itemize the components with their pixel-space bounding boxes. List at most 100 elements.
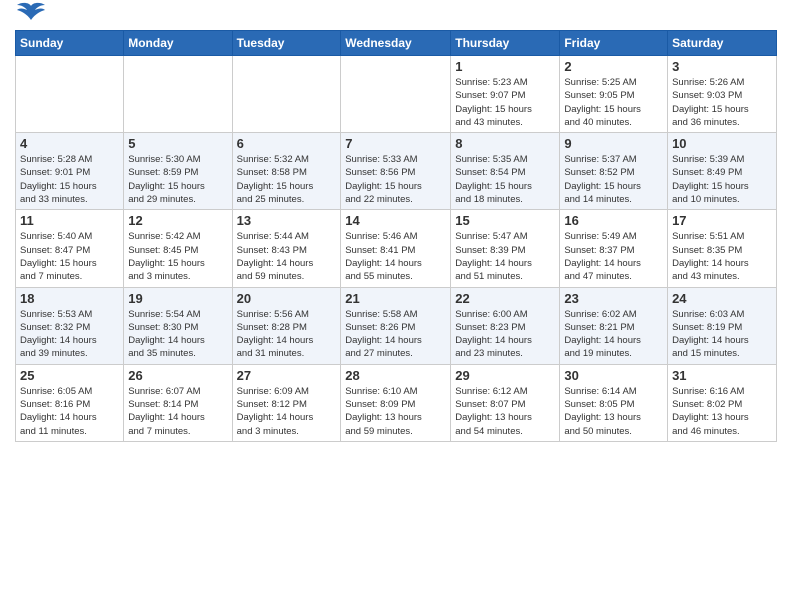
day-info: Sunrise: 5:42 AM Sunset: 8:45 PM Dayligh… (128, 230, 227, 283)
day-info: Sunrise: 6:07 AM Sunset: 8:14 PM Dayligh… (128, 385, 227, 438)
day-number: 29 (455, 368, 555, 383)
calendar-cell: 10Sunrise: 5:39 AM Sunset: 8:49 PM Dayli… (668, 133, 777, 210)
day-number: 22 (455, 291, 555, 306)
day-info: Sunrise: 5:32 AM Sunset: 8:58 PM Dayligh… (237, 153, 337, 206)
logo (15, 10, 45, 24)
calendar-cell: 3 Sunrise: 5:26 AM Sunset: 9:03 PM Daylig… (668, 56, 777, 133)
day-number: 9 (564, 136, 663, 151)
calendar-cell: 16Sunrise: 5:49 AM Sunset: 8:37 PM Dayli… (560, 210, 668, 287)
day-number: 8 (455, 136, 555, 151)
main-container: SundayMondayTuesdayWednesdayThursdayFrid… (0, 0, 792, 452)
day-info: Sunrise: 5:47 AM Sunset: 8:39 PM Dayligh… (455, 230, 555, 283)
day-info: Sunrise: 5:23 AM Sunset: 9:07 PM Dayligh… (455, 76, 555, 129)
day-number: 23 (564, 291, 663, 306)
day-number: 11 (20, 213, 119, 228)
day-number: 30 (564, 368, 663, 383)
weekday-header-row: SundayMondayTuesdayWednesdayThursdayFrid… (16, 31, 777, 56)
day-number: 15 (455, 213, 555, 228)
day-number: 12 (128, 213, 227, 228)
day-number: 7 (345, 136, 446, 151)
calendar-cell: 7 Sunrise: 5:33 AM Sunset: 8:56 PM Daylig… (341, 133, 451, 210)
calendar-cell: 8 Sunrise: 5:35 AM Sunset: 8:54 PM Daylig… (451, 133, 560, 210)
day-info: Sunrise: 6:09 AM Sunset: 8:12 PM Dayligh… (237, 385, 337, 438)
calendar-cell: 18 Sunrise: 5:53 AM Sunset: 8:32 PM Dayli… (16, 287, 124, 364)
day-number: 5 (128, 136, 227, 151)
day-info: Sunrise: 6:03 AM Sunset: 8:19 PM Dayligh… (672, 308, 772, 361)
day-info: Sunrise: 5:49 AM Sunset: 8:37 PM Dayligh… (564, 230, 663, 283)
day-number: 20 (237, 291, 337, 306)
weekday-header-sunday: Sunday (16, 31, 124, 56)
week-row-4: 18 Sunrise: 5:53 AM Sunset: 8:32 PM Dayli… (16, 287, 777, 364)
day-info: Sunrise: 5:35 AM Sunset: 8:54 PM Dayligh… (455, 153, 555, 206)
header (15, 10, 777, 24)
day-info: Sunrise: 5:56 AM Sunset: 8:28 PM Dayligh… (237, 308, 337, 361)
calendar-cell: 13 Sunrise: 5:44 AM Sunset: 8:43 PM Dayli… (232, 210, 341, 287)
calendar-cell: 20 Sunrise: 5:56 AM Sunset: 8:28 PM Dayli… (232, 287, 341, 364)
calendar-cell: 19Sunrise: 5:54 AM Sunset: 8:30 PM Dayli… (124, 287, 232, 364)
day-number: 24 (672, 291, 772, 306)
calendar-cell (16, 56, 124, 133)
day-number: 4 (20, 136, 119, 151)
day-number: 21 (345, 291, 446, 306)
day-number: 6 (237, 136, 337, 151)
day-number: 17 (672, 213, 772, 228)
day-number: 13 (237, 213, 337, 228)
day-number: 2 (564, 59, 663, 74)
day-info: Sunrise: 6:14 AM Sunset: 8:05 PM Dayligh… (564, 385, 663, 438)
calendar-cell: 1 Sunrise: 5:23 AM Sunset: 9:07 PM Daylig… (451, 56, 560, 133)
day-number: 31 (672, 368, 772, 383)
day-info: Sunrise: 6:10 AM Sunset: 8:09 PM Dayligh… (345, 385, 446, 438)
day-info: Sunrise: 5:40 AM Sunset: 8:47 PM Dayligh… (20, 230, 119, 283)
day-info: Sunrise: 6:00 AM Sunset: 8:23 PM Dayligh… (455, 308, 555, 361)
calendar-cell: 27 Sunrise: 6:09 AM Sunset: 8:12 PM Dayli… (232, 364, 341, 441)
day-info: Sunrise: 5:46 AM Sunset: 8:41 PM Dayligh… (345, 230, 446, 283)
day-info: Sunrise: 5:25 AM Sunset: 9:05 PM Dayligh… (564, 76, 663, 129)
day-info: Sunrise: 5:58 AM Sunset: 8:26 PM Dayligh… (345, 308, 446, 361)
day-number: 28 (345, 368, 446, 383)
weekday-header-thursday: Thursday (451, 31, 560, 56)
calendar-cell: 2 Sunrise: 5:25 AM Sunset: 9:05 PM Daylig… (560, 56, 668, 133)
day-number: 3 (672, 59, 772, 74)
day-info: Sunrise: 5:53 AM Sunset: 8:32 PM Dayligh… (20, 308, 119, 361)
day-info: Sunrise: 5:44 AM Sunset: 8:43 PM Dayligh… (237, 230, 337, 283)
week-row-1: 1 Sunrise: 5:23 AM Sunset: 9:07 PM Daylig… (16, 56, 777, 133)
day-info: Sunrise: 6:16 AM Sunset: 8:02 PM Dayligh… (672, 385, 772, 438)
calendar-cell: 21 Sunrise: 5:58 AM Sunset: 8:26 PM Dayli… (341, 287, 451, 364)
weekday-header-saturday: Saturday (668, 31, 777, 56)
day-number: 14 (345, 213, 446, 228)
week-row-5: 25 Sunrise: 6:05 AM Sunset: 8:16 PM Dayli… (16, 364, 777, 441)
weekday-header-friday: Friday (560, 31, 668, 56)
calendar-cell: 28 Sunrise: 6:10 AM Sunset: 8:09 PM Dayli… (341, 364, 451, 441)
calendar-cell: 23Sunrise: 6:02 AM Sunset: 8:21 PM Dayli… (560, 287, 668, 364)
day-info: Sunrise: 5:51 AM Sunset: 8:35 PM Dayligh… (672, 230, 772, 283)
calendar-cell (124, 56, 232, 133)
week-row-2: 4 Sunrise: 5:28 AM Sunset: 9:01 PM Daylig… (16, 133, 777, 210)
day-info: Sunrise: 5:28 AM Sunset: 9:01 PM Dayligh… (20, 153, 119, 206)
day-number: 19 (128, 291, 227, 306)
calendar-cell: 22 Sunrise: 6:00 AM Sunset: 8:23 PM Dayli… (451, 287, 560, 364)
weekday-header-monday: Monday (124, 31, 232, 56)
calendar-cell: 26Sunrise: 6:07 AM Sunset: 8:14 PM Dayli… (124, 364, 232, 441)
calendar-cell: 30 Sunrise: 6:14 AM Sunset: 8:05 PM Dayli… (560, 364, 668, 441)
day-number: 1 (455, 59, 555, 74)
day-info: Sunrise: 6:05 AM Sunset: 8:16 PM Dayligh… (20, 385, 119, 438)
calendar-cell (341, 56, 451, 133)
day-number: 10 (672, 136, 772, 151)
day-number: 27 (237, 368, 337, 383)
calendar-cell: 24 Sunrise: 6:03 AM Sunset: 8:19 PM Dayli… (668, 287, 777, 364)
day-number: 18 (20, 291, 119, 306)
weekday-header-tuesday: Tuesday (232, 31, 341, 56)
calendar-cell: 6 Sunrise: 5:32 AM Sunset: 8:58 PM Daylig… (232, 133, 341, 210)
day-info: Sunrise: 5:33 AM Sunset: 8:56 PM Dayligh… (345, 153, 446, 206)
calendar-cell: 12 Sunrise: 5:42 AM Sunset: 8:45 PM Dayli… (124, 210, 232, 287)
calendar-cell: 15 Sunrise: 5:47 AM Sunset: 8:39 PM Dayli… (451, 210, 560, 287)
calendar-cell (232, 56, 341, 133)
calendar-cell: 25 Sunrise: 6:05 AM Sunset: 8:16 PM Dayli… (16, 364, 124, 441)
calendar-cell: 9 Sunrise: 5:37 AM Sunset: 8:52 PM Daylig… (560, 133, 668, 210)
day-info: Sunrise: 5:37 AM Sunset: 8:52 PM Dayligh… (564, 153, 663, 206)
logo-bird-icon (17, 2, 45, 24)
calendar-cell: 4 Sunrise: 5:28 AM Sunset: 9:01 PM Daylig… (16, 133, 124, 210)
day-number: 25 (20, 368, 119, 383)
day-info: Sunrise: 6:12 AM Sunset: 8:07 PM Dayligh… (455, 385, 555, 438)
day-info: Sunrise: 5:26 AM Sunset: 9:03 PM Dayligh… (672, 76, 772, 129)
